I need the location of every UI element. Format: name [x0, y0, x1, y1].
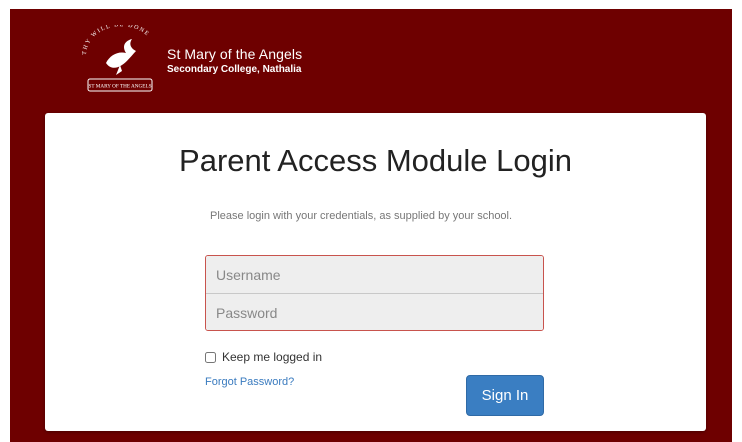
keep-logged-in-checkbox[interactable]: [205, 351, 216, 363]
username-input[interactable]: [206, 256, 543, 293]
svg-text:ST MARY OF THE ANGELS: ST MARY OF THE ANGELS: [88, 84, 151, 90]
keep-logged-in[interactable]: Keep me logged in: [205, 350, 322, 364]
school-name-line1: St Mary of the Angels: [167, 46, 303, 62]
forgot-password-link[interactable]: Forgot Password?: [205, 376, 294, 388]
credentials-group: [205, 255, 544, 331]
sign-in-button[interactable]: Sign In: [466, 375, 544, 416]
school-name: St Mary of the Angels Secondary College,…: [167, 46, 302, 76]
password-input[interactable]: [206, 294, 543, 330]
login-card: Parent Access Module Login Please login …: [45, 113, 706, 431]
keep-logged-in-label: Keep me logged in: [222, 350, 323, 364]
login-title: Parent Access Module Login: [179, 143, 572, 178]
svg-text:THY WILL BE DONE: THY WILL BE DONE: [82, 25, 151, 55]
school-name-line2: Secondary College, Nathalia: [167, 64, 302, 75]
login-instructions: Please login with your credentials, as s…: [210, 210, 513, 222]
school-logo: THY WILL BE DONE ST MARY OF THE ANGELS: [76, 22, 164, 97]
dove-icon: THY WILL BE DONE ST MARY OF THE ANGELS: [82, 22, 153, 92]
